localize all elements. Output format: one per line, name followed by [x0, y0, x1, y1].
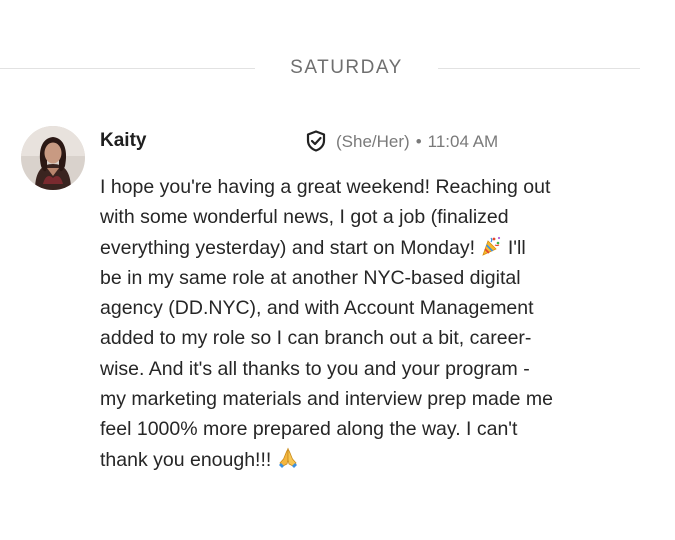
meta-separator: • — [415, 132, 422, 151]
verified-shield-icon — [305, 130, 327, 152]
message-line: my marketing materials and interview pre… — [100, 388, 554, 411]
sender-name[interactable]: Kaity — [100, 128, 146, 154]
message-line: added to my role so I can branch out a b… — [100, 327, 532, 350]
message-text: thank you enough!!! — [100, 448, 272, 471]
divider-line-left — [0, 68, 255, 69]
message-line: wise. And it's all thanks to you and you… — [100, 357, 530, 380]
pronouns: (She/Her) — [336, 132, 410, 151]
day-label: SATURDAY — [290, 57, 403, 78]
day-divider: SATURDAY — [0, 56, 675, 80]
message-line: I hope you're having a great weekend! Re… — [100, 176, 551, 198]
avatar[interactable] — [21, 126, 85, 190]
message-line: thank you enough!!! — [100, 445, 668, 475]
message-text: I'll — [507, 236, 526, 259]
timestamp: 11:04 AM — [427, 132, 499, 151]
message-header: Kaity (She/Her) • 11:04 AM — [100, 128, 660, 154]
divider-line-right — [438, 68, 640, 69]
message-text: everything yesterday) and start on Monda… — [100, 236, 476, 259]
message-body: I hope you're having a great weekend! Re… — [100, 172, 668, 475]
party-popper-icon — [480, 235, 502, 257]
folded-hands-icon — [277, 447, 299, 469]
message-line: with some wonderful news, I got a job (f… — [100, 206, 509, 229]
message-meta: (She/Her) • 11:04 AM — [336, 129, 498, 155]
message-line: be in my same role at another NYC-based … — [100, 266, 521, 289]
message-line: feel 1000% more prepared along the way. … — [100, 418, 518, 441]
message-line: agency (DD.NYC), and with Account Manage… — [100, 297, 534, 320]
message-line: everything yesterday) and start on Monda… — [100, 233, 668, 263]
